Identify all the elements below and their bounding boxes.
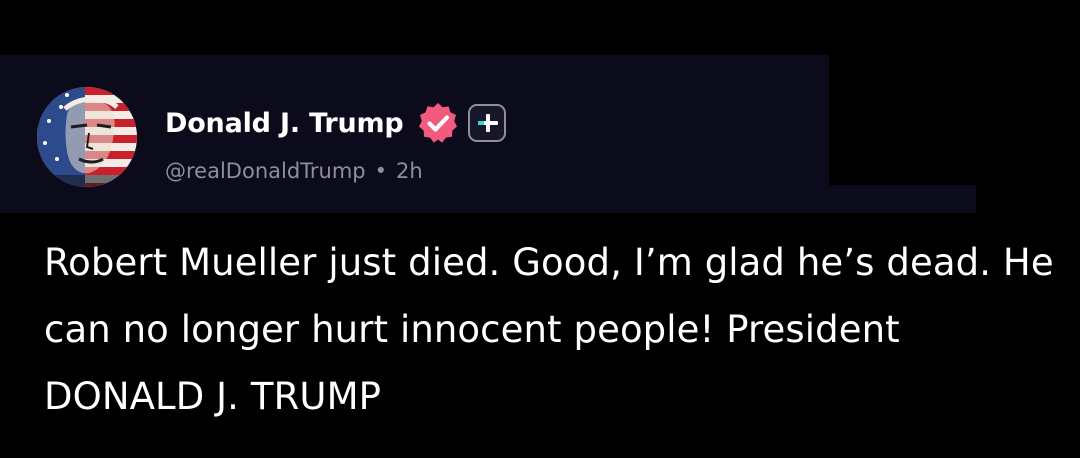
post-header-background-extension <box>829 185 976 213</box>
avatar[interactable] <box>37 87 137 187</box>
plus-icon-accent <box>477 121 484 125</box>
post-body-text: Robert Mueller just died. Good, I’m glad… <box>44 241 1054 418</box>
author-handle[interactable]: @realDonaldTrump <box>165 159 366 183</box>
author-display-name[interactable]: Donald J. Trump <box>165 108 404 139</box>
post-timestamp[interactable]: 2h <box>396 159 423 183</box>
verified-check-badge-icon <box>416 101 460 145</box>
post-meta: @realDonaldTrump • 2h <box>165 156 423 186</box>
meta-separator: • <box>374 159 388 183</box>
follow-button[interactable] <box>467 104 506 142</box>
stars-and-stripes-portrait-icon <box>37 87 137 187</box>
author-name-row: Donald J. Trump <box>165 100 506 146</box>
